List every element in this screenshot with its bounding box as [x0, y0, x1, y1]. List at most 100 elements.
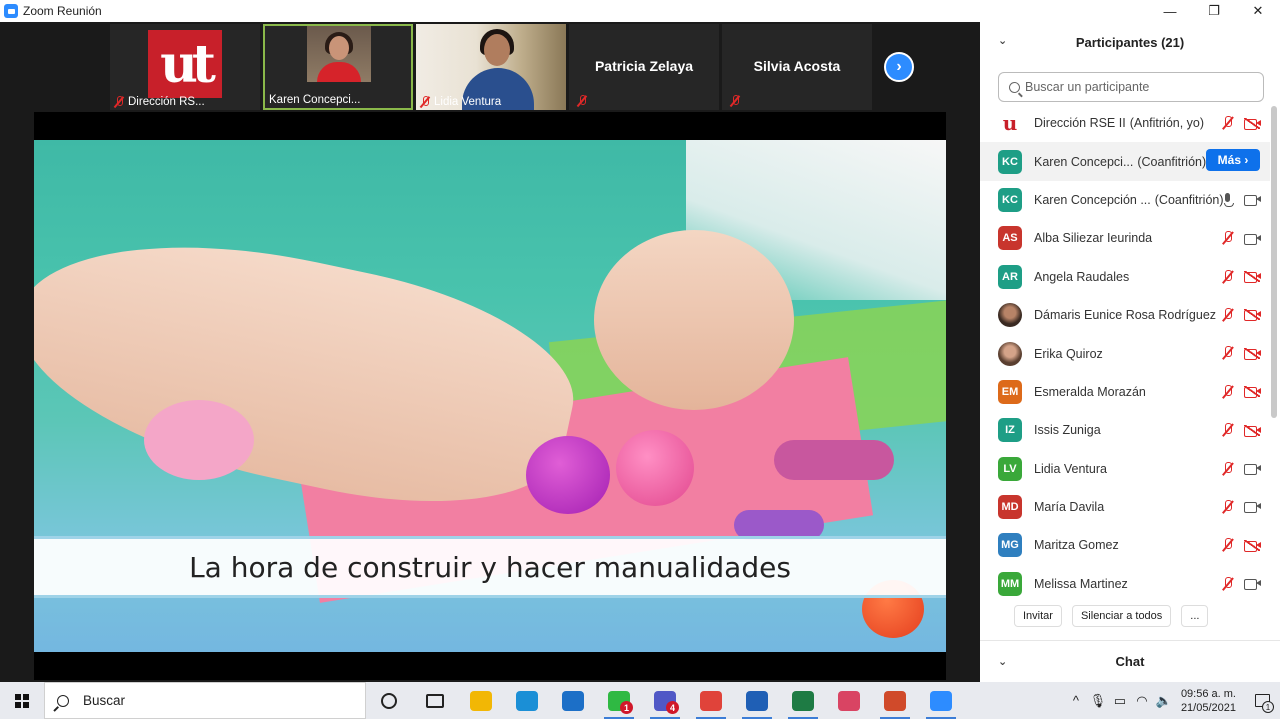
- mic-muted-icon[interactable]: [1222, 307, 1234, 322]
- more-button[interactable]: Más ›: [1206, 149, 1260, 172]
- participant-row[interactable]: IZ Issis Zuniga: [980, 411, 1270, 449]
- participant-row[interactable]: MD María Davila: [980, 488, 1270, 526]
- cortana-taskbar-button[interactable]: [366, 682, 412, 719]
- maximize-button[interactable]: ❐: [1192, 0, 1236, 22]
- word-taskbar-button[interactable]: [734, 682, 780, 719]
- mic-muted-icon[interactable]: [1222, 231, 1234, 245]
- participant-row[interactable]: Erika Quiroz: [980, 334, 1270, 372]
- cortana-icon: [381, 692, 397, 709]
- participant-row[interactable]: u Dirección RSE II (Anfitrión, yo): [980, 104, 1270, 142]
- participant-row[interactable]: AR Angela Raudales: [980, 258, 1270, 296]
- video-tile-karen[interactable]: Karen Concepci...: [263, 24, 413, 110]
- mic-muted-icon[interactable]: [1222, 116, 1234, 130]
- participant-row[interactable]: LV Lidia Ventura: [980, 450, 1270, 488]
- close-button[interactable]: ✕: [1236, 0, 1280, 22]
- slide-title: La hora de construir y hacer manualidade…: [189, 550, 791, 584]
- video-tile-direccion[interactable]: ut Dirección RS...: [110, 24, 260, 110]
- volume-icon[interactable]: 🔈: [1153, 693, 1175, 709]
- video-off-icon[interactable]: [1244, 347, 1261, 360]
- participant-role: (Coanfitrión): [1154, 192, 1224, 207]
- notification-count: 1: [1262, 701, 1274, 713]
- chat-header[interactable]: ⌄ Chat: [980, 640, 1280, 682]
- task-view-taskbar-button[interactable]: [412, 682, 458, 719]
- excel-taskbar-button[interactable]: [780, 682, 826, 719]
- taskbar-search-input[interactable]: Buscar: [44, 682, 366, 719]
- participant-name-text: Dirección RSE II: [1034, 116, 1126, 131]
- notifications-button[interactable]: 1: [1244, 682, 1280, 719]
- participant-name-text: Karen Concepci...: [1034, 154, 1134, 169]
- slide-banner: La hora de construir y hacer manualidade…: [34, 536, 946, 598]
- participant-row[interactable]: Dámaris Eunice Rosa Rodríguez: [980, 296, 1270, 334]
- mic-muted-icon[interactable]: [1222, 346, 1234, 360]
- video-off-icon[interactable]: [1244, 424, 1261, 437]
- snip-taskbar-button[interactable]: [826, 682, 872, 719]
- zoom-app-icon: [4, 4, 18, 18]
- avatar: EM: [998, 379, 1022, 404]
- video-off-icon[interactable]: [1244, 539, 1261, 552]
- chevron-down-icon[interactable]: ⌄: [998, 34, 1007, 47]
- participant-row[interactable]: AS Alba Siliezar Ieurinda: [980, 219, 1270, 257]
- mic-muted-icon[interactable]: [1222, 538, 1234, 552]
- participant-row[interactable]: MM Melissa Martinez: [980, 565, 1270, 603]
- video-tile-patricia[interactable]: Patricia Zelaya: [569, 24, 719, 110]
- mic-muted-icon[interactable]: [1222, 576, 1234, 591]
- mail-taskbar-button[interactable]: [550, 682, 596, 719]
- mic-muted-icon[interactable]: [1222, 499, 1234, 514]
- teams-taskbar-button[interactable]: 4: [642, 682, 688, 719]
- microphone-icon[interactable]: 🎙: [1087, 693, 1109, 709]
- whatsapp-taskbar-button[interactable]: 1: [596, 682, 642, 719]
- start-button[interactable]: [0, 682, 44, 719]
- windows-taskbar: Buscar 1 4 ^ 🎙 ▭ ◠ 🔈 09:56 a. m. 21/05/20…: [0, 682, 1280, 719]
- zoom-taskbar-button[interactable]: [918, 682, 964, 719]
- video-off-icon[interactable]: [1244, 117, 1261, 130]
- participant-row[interactable]: EM Esmeralda Morazán: [980, 373, 1270, 411]
- chevron-down-icon[interactable]: ⌄: [998, 655, 1007, 668]
- video-tile-lidia[interactable]: Lidia Ventura: [416, 24, 566, 110]
- video-icon[interactable]: [1244, 501, 1261, 514]
- participant-list-scrollbar[interactable]: [1271, 104, 1277, 614]
- powerpoint-icon: [884, 690, 906, 711]
- mic-muted-icon[interactable]: [1222, 423, 1234, 437]
- powerpoint-taskbar-button[interactable]: [872, 682, 918, 719]
- clock[interactable]: 09:56 a. m. 21/05/2021: [1181, 687, 1236, 715]
- battery-icon[interactable]: ▭: [1109, 693, 1131, 709]
- participant-role: (Coanfitrión): [1137, 154, 1207, 169]
- video-off-icon[interactable]: [1244, 309, 1261, 322]
- participant-role: (Anfitrión, yo): [1129, 116, 1205, 131]
- invite-button[interactable]: Invitar: [1014, 605, 1062, 627]
- mute-all-button[interactable]: Silenciar a todos: [1071, 605, 1172, 627]
- video-icon[interactable]: [1244, 233, 1261, 245]
- participant-search-input[interactable]: Buscar un participante: [998, 72, 1264, 102]
- mic-muted-icon[interactable]: [1222, 461, 1234, 476]
- video-tile-silvia[interactable]: Silvia Acosta: [722, 24, 872, 110]
- next-page-button[interactable]: ›: [884, 52, 914, 82]
- video-off-icon[interactable]: [1244, 386, 1261, 399]
- video-icon[interactable]: [1244, 578, 1261, 591]
- participant-row[interactable]: KC Karen Concepci... (Coanfitrión) Más ›: [980, 142, 1270, 181]
- mic-muted-icon: [114, 96, 124, 108]
- participant-row[interactable]: KC Karen Concepción ... (Coanfitrión): [980, 181, 1270, 219]
- gallery-strip: ut Dirección RS... Karen Concepci... Lid…: [110, 24, 872, 110]
- participant-row[interactable]: MG Maritza Gomez: [980, 526, 1270, 564]
- file-explorer-taskbar-button[interactable]: [458, 682, 504, 719]
- mic-muted-icon[interactable]: [1222, 384, 1234, 399]
- video-icon[interactable]: [1244, 463, 1261, 476]
- minimize-button[interactable]: —: [1148, 0, 1192, 22]
- video-off-icon[interactable]: [1244, 271, 1261, 284]
- avatar: LV: [998, 456, 1022, 481]
- excel-icon: [792, 690, 814, 711]
- mic-muted-icon[interactable]: [1222, 269, 1234, 284]
- chrome-taskbar-button[interactable]: [688, 682, 734, 719]
- avatar: [998, 341, 1022, 366]
- chevron-up-icon[interactable]: ^: [1065, 693, 1087, 708]
- video-icon[interactable]: [1244, 194, 1261, 207]
- edge-taskbar-button[interactable]: [504, 682, 550, 719]
- mic-icon[interactable]: [1222, 192, 1234, 207]
- mail-icon: [562, 690, 584, 711]
- more-options-button[interactable]: ...: [1181, 605, 1209, 627]
- wifi-icon[interactable]: ◠: [1131, 693, 1153, 709]
- search-icon: [57, 694, 69, 707]
- app-badge: 4: [666, 701, 679, 714]
- app-badge: 1: [620, 701, 633, 714]
- participants-header[interactable]: ⌄ Participantes (21): [980, 22, 1280, 62]
